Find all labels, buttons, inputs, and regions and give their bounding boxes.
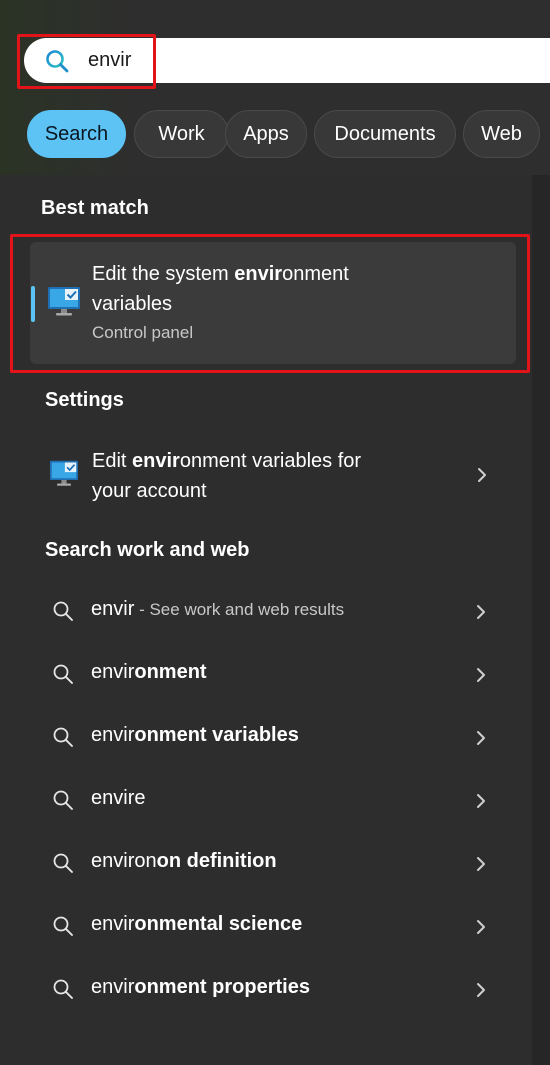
chevron-right-icon bbox=[477, 794, 485, 808]
monitor-settings-icon bbox=[50, 460, 78, 486]
web-result-row[interactable]: environmental science bbox=[0, 903, 530, 953]
chevron-right-icon bbox=[477, 605, 485, 619]
chevron-right-icon bbox=[477, 920, 485, 934]
web-result-text: environment bbox=[91, 661, 207, 683]
chevron-right-icon bbox=[477, 668, 485, 682]
search-flyout: envir Search Work Apps Documents Web Bes… bbox=[0, 0, 550, 1065]
chevron-right-icon bbox=[477, 731, 485, 745]
web-result-text: envire bbox=[91, 787, 146, 809]
search-icon bbox=[53, 601, 73, 621]
web-result-row[interactable]: envire bbox=[0, 777, 530, 827]
filter-chip-documents[interactable]: Documents bbox=[314, 110, 456, 158]
chevron-right-icon bbox=[477, 983, 485, 997]
web-results-heading: Search work and web bbox=[45, 539, 250, 561]
web-result-text: environon definition bbox=[91, 850, 277, 872]
search-icon bbox=[53, 916, 73, 936]
web-result-text: environment properties bbox=[91, 976, 310, 998]
filter-chip-work[interactable]: Work bbox=[134, 110, 229, 158]
chevron-right-icon bbox=[477, 857, 485, 871]
filter-chip-search[interactable]: Search bbox=[27, 110, 126, 158]
web-result-row[interactable]: environment bbox=[0, 651, 530, 701]
web-result-text: environment variables bbox=[91, 724, 299, 746]
web-result-row[interactable]: envir - See work and web results bbox=[0, 588, 530, 638]
chevron-right-icon bbox=[478, 468, 486, 482]
web-result-text: environmental science bbox=[91, 913, 303, 935]
filter-chip-web[interactable]: Web bbox=[463, 110, 540, 158]
search-icon bbox=[53, 790, 73, 810]
web-result-row[interactable]: environment variables bbox=[0, 714, 530, 764]
search-icon bbox=[53, 979, 73, 999]
web-result-row[interactable]: environon definition bbox=[0, 840, 530, 890]
web-result-row[interactable]: environment properties bbox=[0, 966, 530, 1016]
web-result-text: envir - See work and web results bbox=[91, 598, 345, 620]
search-icon bbox=[53, 727, 73, 747]
settings-heading: Settings bbox=[45, 389, 124, 411]
settings-item-line1: Edit environment variables for bbox=[92, 450, 362, 472]
settings-item-env-vars[interactable]: Edit environment variables for your acco… bbox=[0, 440, 530, 514]
search-icon bbox=[53, 853, 73, 873]
filter-chip-apps[interactable]: Apps bbox=[225, 110, 307, 158]
search-icon bbox=[53, 664, 73, 684]
settings-item-line2: your account bbox=[92, 480, 207, 502]
scrollbar-track[interactable] bbox=[532, 175, 550, 1065]
best-match-highlight-box bbox=[10, 234, 530, 373]
search-highlight-box bbox=[17, 34, 156, 89]
best-match-heading: Best match bbox=[41, 197, 149, 219]
